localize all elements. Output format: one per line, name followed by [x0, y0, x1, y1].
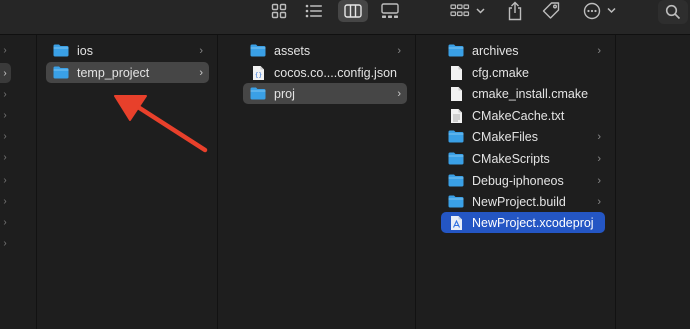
arrow-annotation-icon: [114, 95, 208, 153]
finder-window: › › › › › › › › › › ios › temp_project ›…: [0, 0, 690, 329]
